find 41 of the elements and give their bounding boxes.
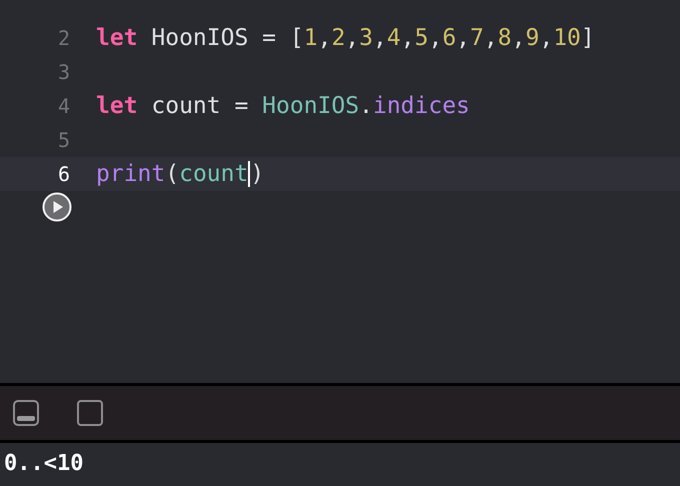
code-token: 10	[553, 25, 581, 51]
code-token: let	[96, 25, 138, 51]
code-token: HoonIOS	[262, 93, 360, 119]
code-token: 8	[498, 25, 512, 51]
code-token: .	[359, 93, 373, 119]
line-number: 4	[56, 94, 70, 118]
code-token: print	[96, 161, 166, 187]
code-token: 3	[359, 25, 374, 51]
code-token: 5	[414, 25, 428, 51]
code-token: )	[250, 161, 264, 187]
line-number: 2	[56, 26, 70, 50]
line-number: 6	[56, 162, 70, 186]
console-output: 0..<10	[4, 451, 84, 476]
code-token: ,	[456, 25, 470, 51]
code-token: ,	[318, 25, 332, 51]
code-token: 1	[304, 25, 318, 51]
code-token: ,	[512, 25, 526, 51]
code-token: ,	[345, 25, 360, 51]
line-number: 5	[56, 128, 70, 152]
panel-icon[interactable]	[77, 400, 103, 426]
code-token: ,	[539, 25, 554, 51]
code-editor[interactable]: 2 let HoonIOS = [1,2,3,4,5,6,7,8,9,10] 3 4 let count = HoonIOS.indices 5 6 print(count)	[0, 0, 680, 383]
code-token: ]	[580, 25, 595, 51]
code-token: 7	[470, 25, 484, 51]
run-icon[interactable]	[42, 192, 72, 222]
hide-panel-icon[interactable]	[13, 400, 39, 426]
code-token: 9	[525, 25, 540, 51]
code-token: ,	[428, 25, 442, 51]
code-token: 2	[331, 25, 346, 51]
code-token: ,	[400, 25, 415, 51]
code-token: ,	[484, 25, 498, 51]
code-token: 6	[442, 25, 456, 51]
code-token: count =	[150, 93, 250, 119]
code-token: let	[96, 93, 138, 119]
code-token: count	[179, 161, 248, 187]
line-number: 3	[56, 60, 70, 84]
code-token: ,	[373, 25, 387, 51]
code-token: (	[165, 161, 180, 187]
code-token: indices	[372, 93, 470, 119]
code-token: 4	[386, 25, 401, 51]
code-token: HoonIOS = [	[150, 25, 304, 51]
